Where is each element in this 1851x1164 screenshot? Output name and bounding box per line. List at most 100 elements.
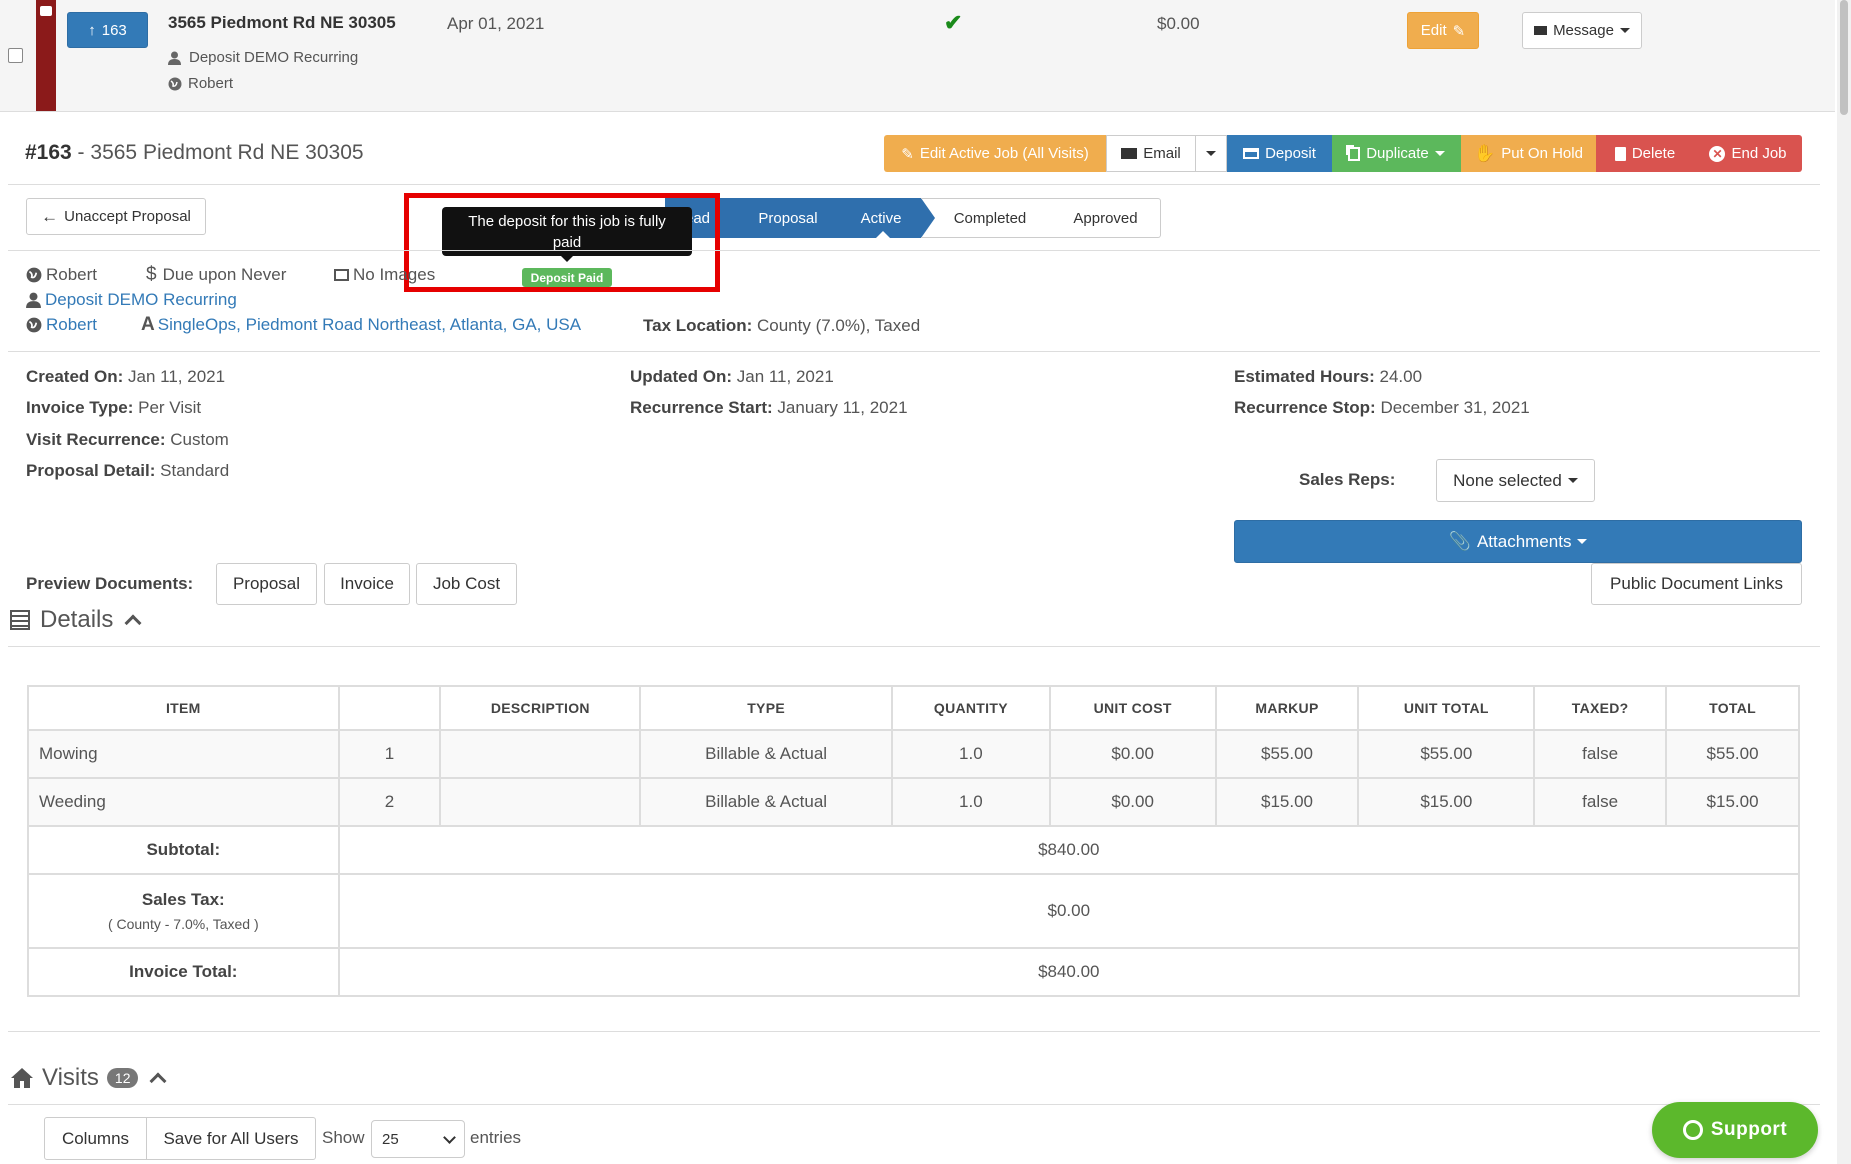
chevron-down-icon	[443, 1130, 456, 1144]
divider	[8, 250, 1820, 251]
duplicate-button[interactable]: Duplicate	[1332, 135, 1461, 172]
field-recurrence-stop: Recurrence Stop: December 31, 2021	[1234, 398, 1530, 417]
job-id: #163	[25, 141, 72, 164]
public-document-links-button[interactable]: Public Document Links	[1591, 563, 1802, 605]
field-updated-on: Updated On: Jan 11, 2021	[630, 367, 834, 386]
subtotal-value: $840.00	[337, 825, 1801, 875]
table-cell	[439, 729, 642, 779]
top-row-owner: Robert	[168, 75, 233, 92]
table-cell: $0.00	[1048, 777, 1217, 827]
globe-icon	[26, 317, 42, 333]
table-cell: $15.00	[1665, 777, 1800, 827]
sales-reps-select[interactable]: None selected	[1436, 459, 1595, 502]
job-address: 3565 Piedmont Rd NE 30305	[90, 141, 364, 164]
dollar-icon: $	[146, 264, 157, 285]
column-header-unit-cost[interactable]: UNIT COST	[1048, 685, 1217, 731]
table-cell: Billable & Actual	[639, 777, 893, 827]
active-step-marker	[876, 231, 890, 238]
table-cell: false	[1533, 729, 1668, 779]
chat-bubble-icon	[1682, 1120, 1703, 1140]
info-location-link[interactable]: A SingleOps, Piedmont Road Northeast, At…	[141, 314, 581, 336]
table-cell: $15.00	[1357, 777, 1536, 827]
table-cell: Billable & Actual	[639, 729, 893, 779]
subtotal-label: Subtotal:	[27, 825, 340, 875]
email-dropdown-toggle[interactable]	[1195, 135, 1227, 172]
sales-tax-value: $0.00	[337, 873, 1801, 949]
column-header-markup[interactable]: MARKUP	[1214, 685, 1360, 731]
table-cell: 1.0	[890, 729, 1051, 779]
pipeline-step-proposal[interactable]: Proposal	[735, 198, 841, 238]
caret-down-icon	[1434, 151, 1445, 156]
caret-down-icon	[1206, 151, 1216, 156]
arrow-left-icon: ←	[41, 206, 59, 226]
divider	[8, 1104, 1820, 1105]
briefcase-icon	[40, 6, 52, 16]
field-recurrence-start: Recurrence Start: January 11, 2021	[630, 398, 908, 417]
globe-icon	[168, 77, 182, 90]
status-strip	[36, 0, 56, 111]
message-button[interactable]: Message	[1522, 12, 1642, 49]
invoice-total-value: $840.00	[337, 947, 1801, 997]
caret-down-icon	[1577, 539, 1588, 544]
user-icon	[168, 51, 181, 65]
chevron-up-icon	[124, 614, 142, 632]
job-number-button[interactable]: ↑ 163	[67, 12, 148, 48]
save-for-all-users-button[interactable]: Save for All Users	[146, 1117, 316, 1160]
end-job-button[interactable]: ✕ End Job	[1694, 135, 1802, 172]
table-cell: 1	[337, 729, 442, 779]
table-cell: false	[1533, 777, 1668, 827]
preview-invoice-button[interactable]: Invoice	[324, 563, 410, 605]
info-tax-location: Tax Location: County (7.0%), Taxed	[643, 316, 921, 335]
preview-job-cost-button[interactable]: Job Cost	[416, 563, 517, 605]
table-cell	[439, 777, 642, 827]
scrollbar-thumb[interactable]	[1840, 0, 1848, 115]
page-scrollbar[interactable]	[1837, 0, 1851, 1164]
page-title: #163 - 3565 Piedmont Rd NE 30305	[25, 141, 364, 165]
column-header-quantity[interactable]: QUANTITY	[890, 685, 1051, 731]
delete-button[interactable]: Delete	[1596, 135, 1694, 172]
visits-section-header[interactable]: Visits 12	[10, 1064, 167, 1092]
credit-card-icon	[1243, 148, 1260, 159]
top-row-customer: Deposit DEMO Recurring	[168, 49, 358, 66]
highlight-box	[404, 193, 720, 292]
pipeline-step-completed[interactable]: Completed	[940, 198, 1040, 238]
column-header-taxed[interactable]: TAXED?	[1533, 685, 1668, 731]
show-label: Show	[322, 1128, 365, 1147]
unaccept-proposal-button[interactable]: ← Unaccept Proposal	[26, 198, 206, 235]
info-customer-link[interactable]: Deposit DEMO Recurring	[26, 290, 237, 310]
copy-icon	[1348, 146, 1361, 161]
sales-tax-label: Sales Tax:	[141, 890, 225, 909]
preview-proposal-button[interactable]: Proposal	[216, 563, 317, 605]
support-button[interactable]: Support	[1652, 1102, 1818, 1158]
divider	[8, 351, 1820, 352]
hand-icon: ✋	[1474, 143, 1496, 163]
divider	[8, 184, 1820, 185]
sales-tax-note: ( County - 7.0%, Taxed )	[107, 916, 259, 932]
email-button[interactable]: Email	[1106, 135, 1196, 172]
deposit-button[interactable]: Deposit	[1227, 135, 1332, 172]
columns-button[interactable]: Columns	[44, 1117, 147, 1160]
table-cell: 2	[337, 777, 442, 827]
column-header-total[interactable]: TOTAL	[1665, 685, 1800, 731]
details-section-header[interactable]: Details	[10, 606, 142, 634]
top-row-address: 3565 Piedmont Rd NE 30305	[168, 13, 396, 32]
attachments-button[interactable]: 📎 Attachments	[1234, 520, 1802, 563]
column-header-unit-total[interactable]: UNIT TOTAL	[1357, 685, 1536, 731]
info-due: $ Due upon Never	[146, 264, 287, 285]
row-checkbox[interactable]	[8, 48, 23, 63]
globe-icon	[26, 267, 42, 283]
preview-documents-label: Preview Documents:	[26, 574, 194, 593]
edit-button[interactable]: Edit ✎	[1407, 12, 1479, 49]
divider	[8, 1031, 1820, 1032]
put-on-hold-button[interactable]: ✋ Put On Hold	[1461, 135, 1596, 172]
column-header-type[interactable]: TYPE	[639, 685, 893, 731]
pencil-icon: ✎	[901, 145, 914, 163]
column-header-item[interactable]: ITEM	[27, 685, 340, 731]
pipeline-step-approved[interactable]: Approved	[1058, 198, 1153, 238]
field-created-on: Created On: Jan 11, 2021	[26, 367, 226, 386]
sales-tax-row: Sales Tax: ( County - 7.0%, Taxed ) $0.0…	[27, 873, 1801, 949]
column-header-description[interactable]: DESCRIPTION	[439, 685, 642, 731]
edit-active-job-button[interactable]: ✎ Edit Active Job (All Visits)	[884, 135, 1106, 172]
page-size-select[interactable]: 25	[371, 1120, 465, 1158]
info-owner-link[interactable]: Robert	[26, 315, 97, 335]
